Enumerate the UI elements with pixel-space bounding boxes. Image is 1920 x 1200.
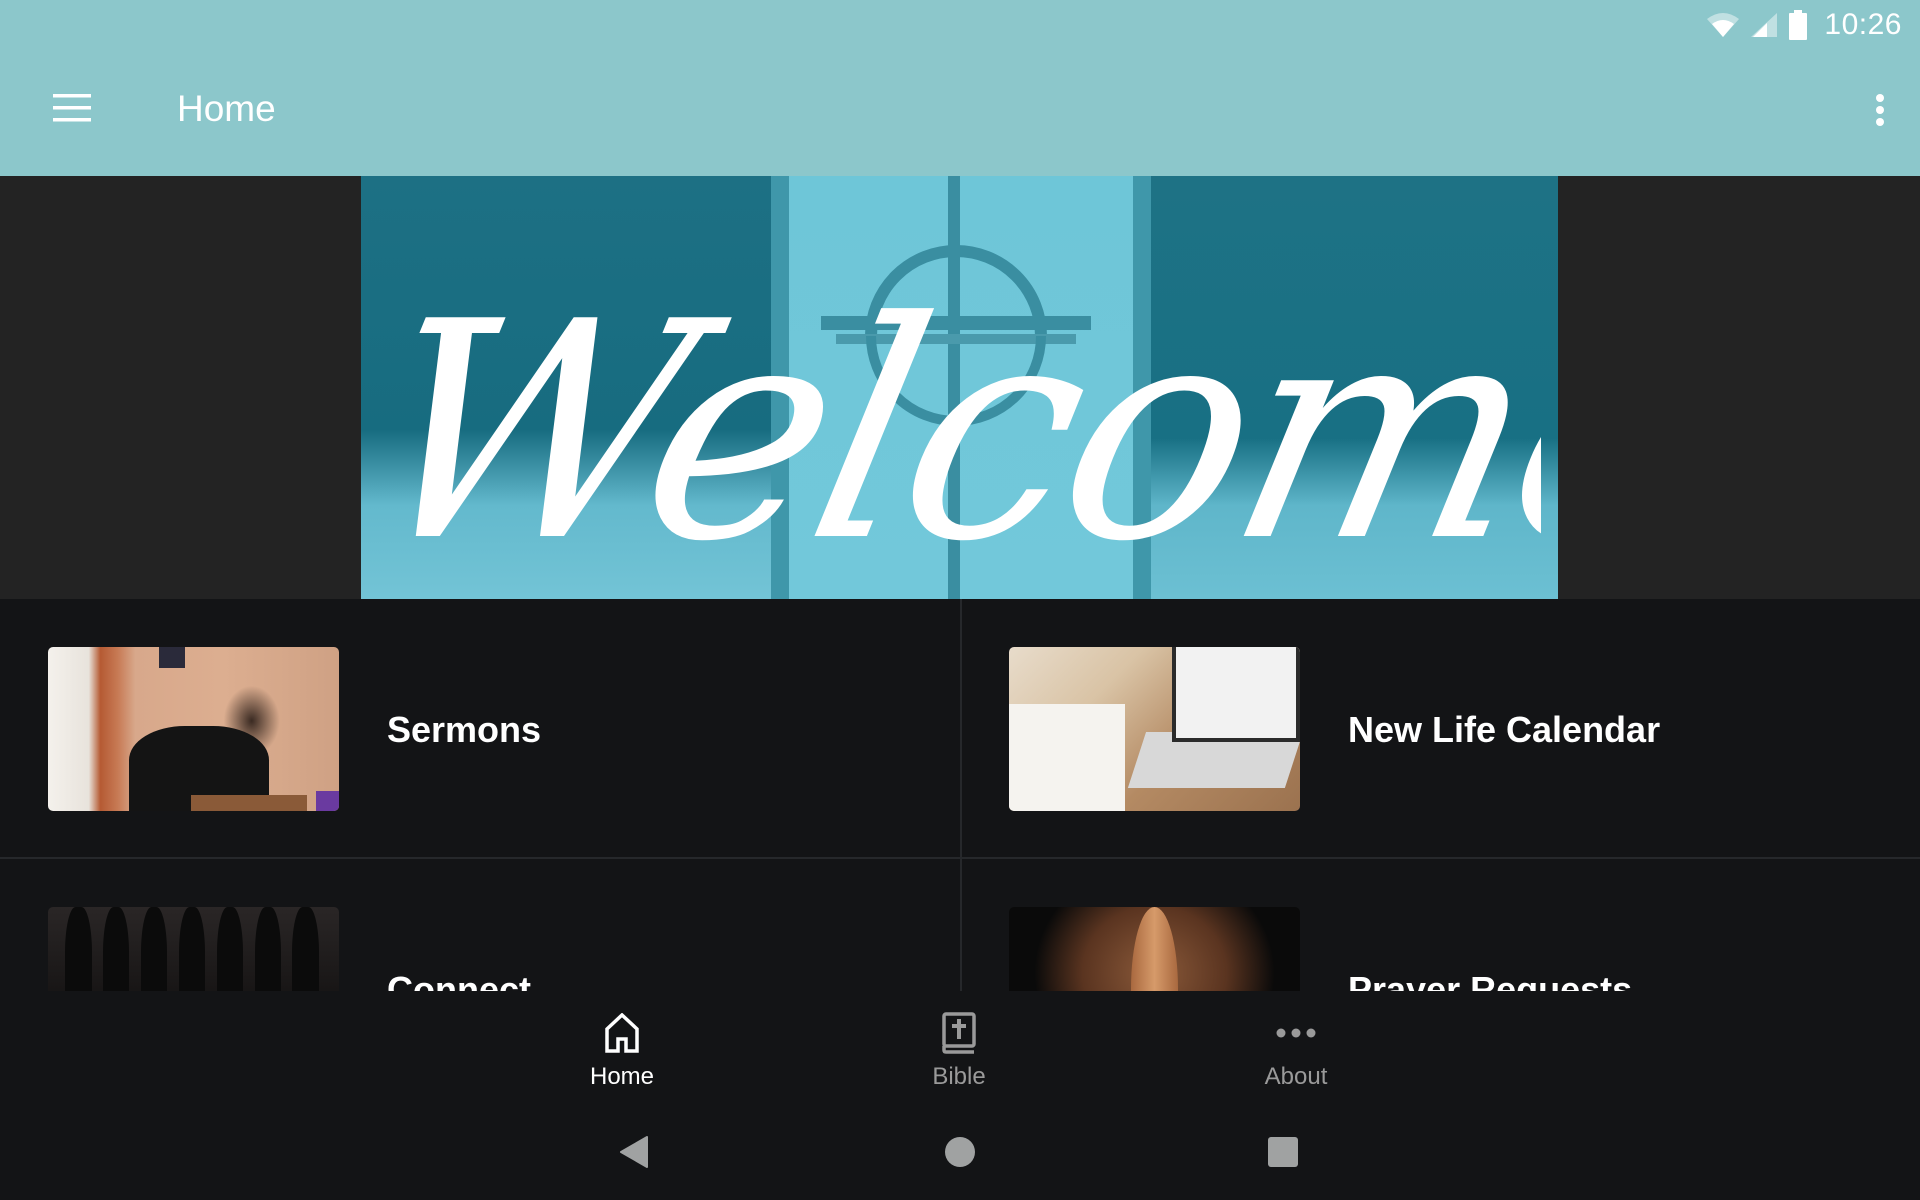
welcome-banner[interactable]: Welcome bbox=[361, 176, 1558, 599]
tile-thumbnail bbox=[48, 907, 339, 991]
tile-new-life-calendar[interactable]: New Life Calendar bbox=[961, 599, 1920, 858]
home-circle-icon bbox=[944, 1136, 976, 1173]
home-icon bbox=[604, 1011, 640, 1055]
app-root: 10:26 Home Welcome Sermons New Life Cale… bbox=[0, 0, 1920, 1200]
back-triangle-icon bbox=[619, 1135, 649, 1174]
battery-icon bbox=[1788, 10, 1808, 40]
tile-connect[interactable]: Connect bbox=[0, 859, 959, 991]
banner-welcome-text: Welcome bbox=[401, 257, 1541, 596]
svg-text:Welcome: Welcome bbox=[401, 257, 1541, 596]
more-vert-icon bbox=[1875, 93, 1885, 132]
nav-label: Bible bbox=[932, 1063, 986, 1090]
system-home-button[interactable] bbox=[930, 1126, 990, 1182]
bible-icon bbox=[942, 1011, 976, 1055]
grid-divider-horizontal bbox=[0, 857, 1920, 859]
home-grid: Sermons New Life Calendar Connect Prayer… bbox=[0, 599, 1920, 991]
hamburger-menu-icon bbox=[53, 93, 91, 127]
tile-label: Sermons bbox=[387, 709, 542, 750]
nav-bible[interactable]: Bible bbox=[859, 991, 1059, 1102]
more-horiz-icon bbox=[1276, 1011, 1316, 1055]
app-bar: 10:26 Home bbox=[0, 0, 1920, 176]
tile-label: New Life Calendar bbox=[1348, 709, 1661, 750]
nav-about[interactable]: About bbox=[1196, 991, 1396, 1102]
tile-prayer-requests[interactable]: Prayer Requests bbox=[961, 859, 1920, 991]
cellular-signal-icon bbox=[1750, 12, 1778, 38]
tile-thumbnail bbox=[48, 647, 339, 811]
tile-label: Connect bbox=[387, 969, 531, 991]
nav-home[interactable]: Home bbox=[522, 991, 722, 1102]
system-navigation-bar bbox=[0, 1102, 1920, 1200]
page-title: Home bbox=[177, 88, 276, 129]
nav-label: Home bbox=[589, 1063, 655, 1090]
status-bar: 10:26 bbox=[1706, 6, 1902, 44]
recents-square-icon bbox=[1267, 1136, 1299, 1173]
grid-divider-vertical bbox=[960, 599, 962, 991]
overflow-menu-button[interactable] bbox=[1860, 84, 1900, 140]
status-time: 10:26 bbox=[1824, 8, 1902, 41]
system-recents-button[interactable] bbox=[1253, 1126, 1313, 1182]
tile-thumbnail bbox=[1009, 907, 1300, 991]
wifi-icon bbox=[1706, 12, 1740, 38]
banner-container: Welcome bbox=[0, 176, 1920, 599]
tile-sermons[interactable]: Sermons bbox=[0, 599, 959, 858]
system-back-button[interactable] bbox=[604, 1126, 664, 1182]
bottom-navigation: Home Bible About bbox=[0, 991, 1920, 1102]
tile-thumbnail bbox=[1009, 647, 1300, 811]
hamburger-menu-button[interactable] bbox=[40, 82, 104, 138]
tile-label: Prayer Requests bbox=[1348, 969, 1633, 991]
nav-label: About bbox=[1264, 1063, 1328, 1090]
